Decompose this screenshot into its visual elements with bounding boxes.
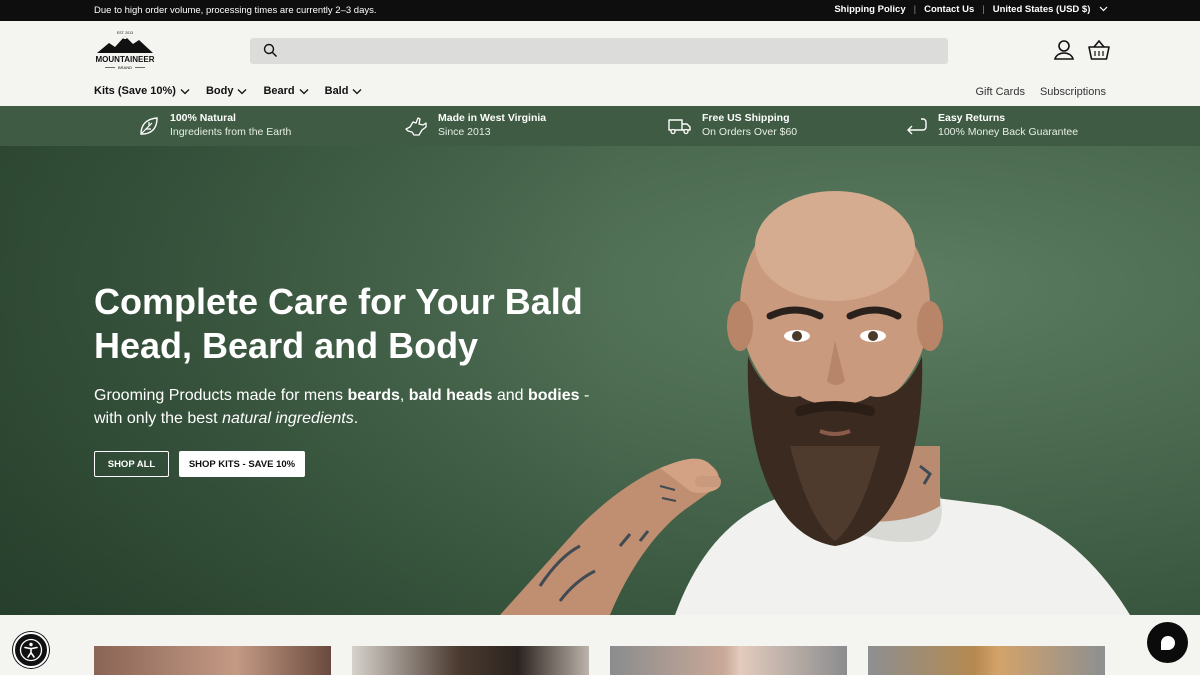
- account-icon[interactable]: [1053, 39, 1075, 66]
- hero-sub-italic: natural ingredients: [222, 410, 354, 427]
- usp-title: Made in West Virginia: [438, 112, 547, 124]
- hero-sub-emphasis: beards: [347, 387, 400, 404]
- hero-headline: Complete Care for Your Bald Head, Beard …: [94, 281, 583, 366]
- divider: |: [913, 4, 917, 15]
- usp-item-shipping: Free US Shipping On Orders Over $60: [668, 111, 797, 140]
- hero-subheadline: Grooming Products made for mens beards, …: [94, 384, 594, 430]
- subscriptions-link[interactable]: Subscriptions: [1040, 86, 1106, 98]
- usp-bar: 100% Natural Ingredients from the Earth …: [0, 106, 1200, 146]
- main-nav: Kits (Save 10%) Body Beard Bald: [94, 85, 378, 97]
- usp-title: 100% Natural: [170, 112, 236, 124]
- hero-model-image: [500, 191, 1130, 615]
- shipping-policy-link[interactable]: Shipping Policy: [834, 4, 905, 15]
- logo-est-text: EST. 2013: [117, 31, 133, 35]
- category-card-image[interactable]: [94, 646, 331, 675]
- nav-item-beard[interactable]: Beard: [263, 85, 309, 97]
- chat-icon[interactable]: [1147, 622, 1188, 663]
- usp-item-returns: Easy Returns 100% Money Back Guarantee: [904, 111, 1078, 140]
- nav-item-label: Beard: [263, 85, 295, 97]
- accessibility-icon[interactable]: [13, 632, 49, 668]
- hero-sub-text: ,: [399, 387, 409, 404]
- usp-sub: 100% Money Back Guarantee: [938, 126, 1079, 138]
- nav-item-label: Body: [205, 85, 234, 97]
- usp-item-west-virginia: Made in West Virginia Since 2013: [404, 111, 546, 140]
- nav-item-body[interactable]: Body: [206, 85, 248, 97]
- chevron-down-icon: [237, 88, 247, 94]
- usp-title: Easy Returns: [938, 112, 1006, 124]
- hero-sub-text: Grooming Products made for mens: [94, 387, 348, 404]
- category-cards: [0, 615, 1200, 675]
- cart-icon[interactable]: [1087, 39, 1111, 66]
- usp-sub: Ingredients from the Earth: [170, 126, 292, 138]
- announcement-bar: Due to high order volume, processing tim…: [0, 0, 1200, 21]
- chevron-down-icon: [1099, 4, 1108, 15]
- region-label: United States (USD $): [992, 4, 1091, 15]
- nav-item-kits[interactable]: Kits (Save 10%): [94, 85, 190, 97]
- usp-item-natural: 100% Natural Ingredients from the Earth: [138, 111, 291, 140]
- divider: |: [982, 4, 985, 15]
- secondary-nav: Gift Cards Subscriptions: [960, 86, 1106, 98]
- shop-kits-button[interactable]: SHOP KITS - SAVE 10%: [179, 451, 305, 477]
- usp-title: Free US Shipping: [702, 112, 790, 124]
- logo-sub-text: BRAND: [118, 65, 132, 70]
- usp-sub: Since 2013: [438, 126, 491, 138]
- announcement-message: Due to high order volume, processing tim…: [94, 5, 377, 16]
- region-selector[interactable]: United States (USD $): [993, 4, 1108, 15]
- hero-sub-emphasis: bodies: [527, 387, 580, 404]
- hero-sub-text: and: [492, 387, 528, 404]
- contact-us-link[interactable]: Contact Us: [924, 4, 974, 15]
- category-card-image[interactable]: [352, 646, 589, 675]
- hero-banner: Complete Care for Your Bald Head, Beard …: [0, 146, 1200, 615]
- brand-logo[interactable]: EST. 2013 MOUNTAINEER BRAND: [93, 29, 157, 73]
- usp-sub: On Orders Over $60: [702, 126, 798, 138]
- shop-all-button[interactable]: SHOP ALL: [94, 451, 169, 477]
- chevron-down-icon: [180, 88, 190, 94]
- hero-sub-emphasis: bald heads: [408, 387, 493, 404]
- west-virginia-icon: [405, 116, 427, 136]
- search-input[interactable]: [250, 38, 948, 64]
- chevron-down-icon: [353, 88, 362, 94]
- category-card-image[interactable]: [868, 646, 1105, 675]
- nav-item-label: Kits (Save 10%): [94, 85, 176, 97]
- chevron-down-icon: [299, 88, 309, 94]
- site-header: EST. 2013 MOUNTAINEER BRAND Kits (Save 1…: [0, 21, 1200, 106]
- return-arrow-icon: [907, 117, 927, 134]
- hero-sub-text: .: [353, 410, 359, 427]
- truck-icon: [668, 118, 691, 134]
- gift-cards-link[interactable]: Gift Cards: [975, 86, 1025, 98]
- nav-item-label: Bald: [324, 85, 349, 97]
- search-icon[interactable]: [263, 43, 278, 63]
- logo-wordmark: MOUNTAINEER: [96, 55, 155, 64]
- nav-item-bald[interactable]: Bald: [325, 85, 363, 97]
- leaf-icon: [140, 116, 158, 135]
- category-card-image[interactable]: [610, 646, 847, 675]
- utility-links: Shipping Policy | Contact Us | United St…: [834, 4, 1108, 15]
